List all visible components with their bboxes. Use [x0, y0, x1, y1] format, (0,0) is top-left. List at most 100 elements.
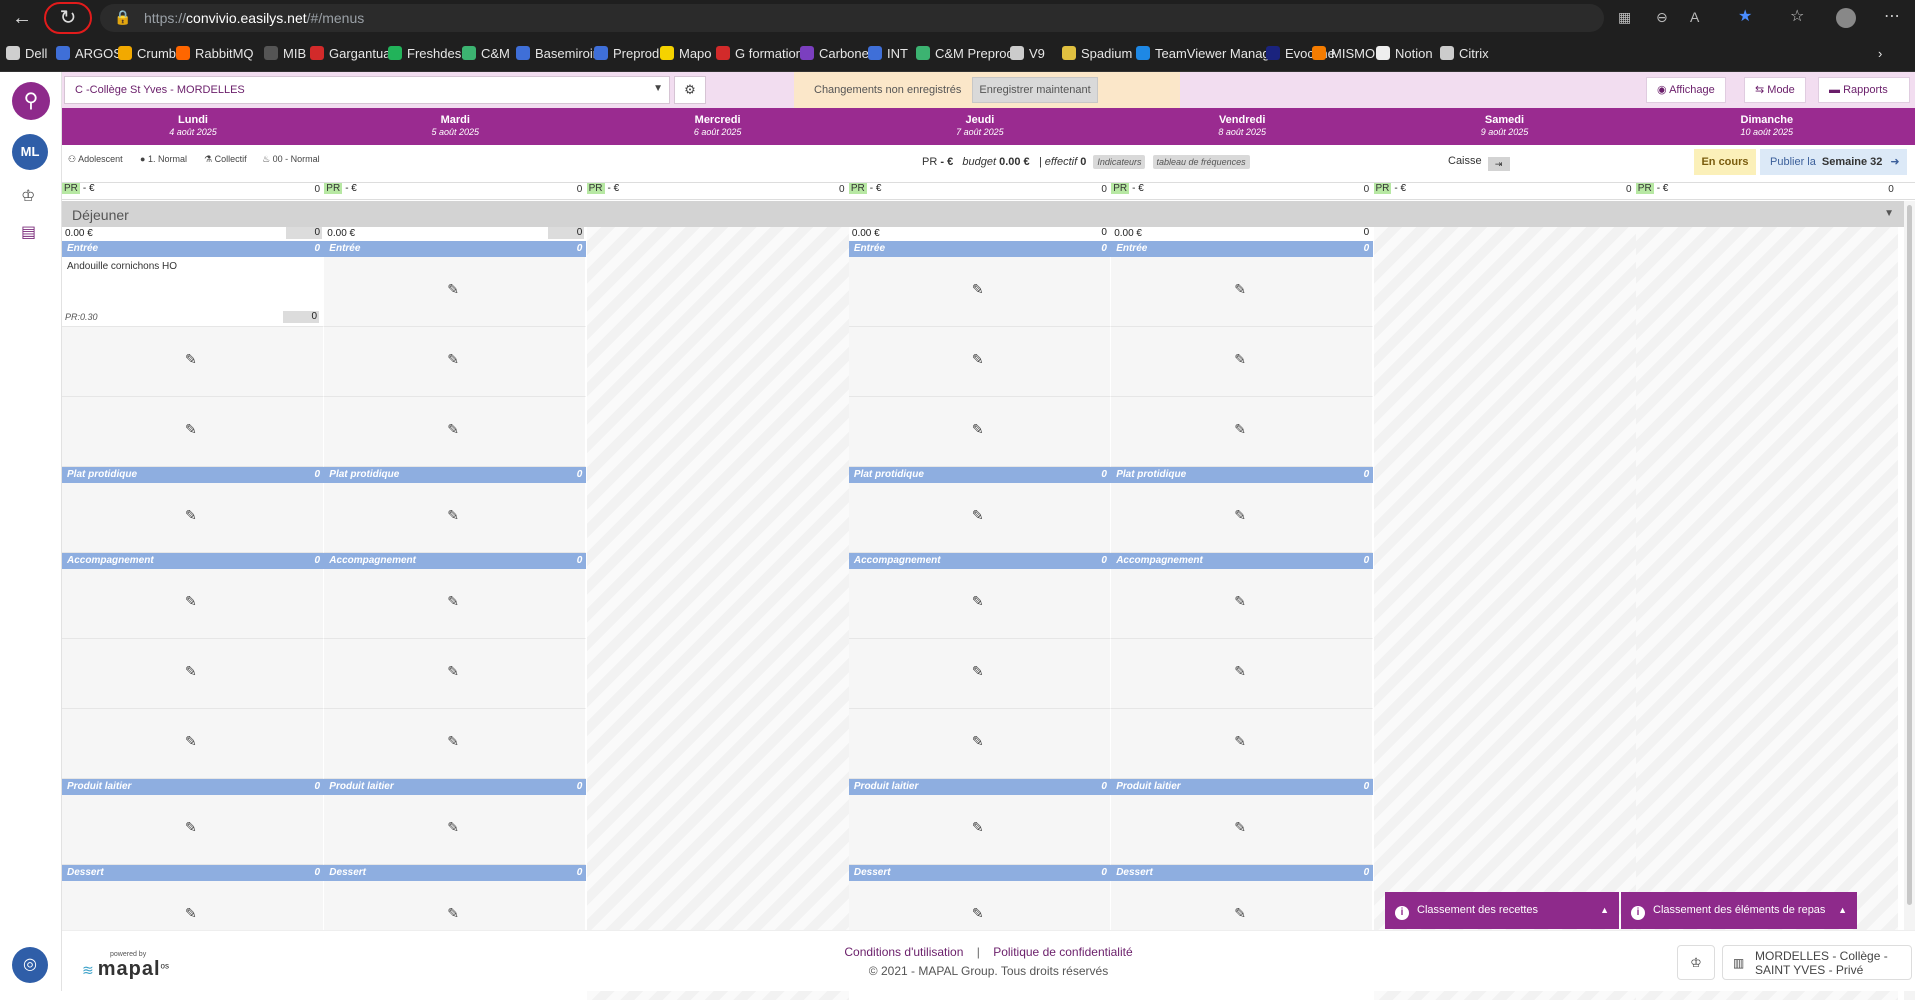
- bookmark-mismo[interactable]: MISMO: [1312, 46, 1375, 61]
- pencil-icon[interactable]: ✎: [185, 663, 197, 680]
- pencil-icon[interactable]: ✎: [1234, 819, 1246, 836]
- bookmark-dell[interactable]: Dell: [6, 46, 47, 61]
- pencil-icon[interactable]: ✎: [972, 593, 984, 610]
- pencil-icon[interactable]: ✎: [185, 593, 197, 610]
- dish-slot[interactable]: ✎: [324, 483, 587, 553]
- pencil-icon[interactable]: ✎: [972, 663, 984, 680]
- bookmark-mapo[interactable]: Mapo: [660, 46, 712, 61]
- pencil-icon[interactable]: ✎: [1234, 281, 1246, 298]
- bookmarks-overflow-chevron-icon[interactable]: ›: [1878, 46, 1882, 61]
- dish-count[interactable]: 0: [283, 311, 319, 323]
- dish-slot[interactable]: ✎: [62, 327, 324, 397]
- chef-hat-button[interactable]: ♔: [1677, 945, 1715, 980]
- favorites-icon[interactable]: ☆: [1790, 6, 1804, 26]
- pencil-icon[interactable]: ✎: [447, 351, 459, 368]
- pencil-icon[interactable]: ✎: [1234, 351, 1246, 368]
- apps-icon[interactable]: ▦: [1618, 9, 1631, 26]
- pencil-icon[interactable]: ✎: [447, 507, 459, 524]
- bookmark-v9[interactable]: V9: [1010, 46, 1045, 61]
- bookmark-int[interactable]: INT: [868, 46, 908, 61]
- cutlery-logo-icon[interactable]: ⚲: [12, 82, 50, 120]
- pencil-icon[interactable]: ✎: [447, 421, 459, 438]
- rapports-button[interactable]: ▬ Rapports: [1818, 77, 1910, 103]
- dish-slot[interactable]: ✎: [1111, 483, 1374, 553]
- bookmark-mib[interactable]: MIB: [264, 46, 306, 61]
- pencil-icon[interactable]: ✎: [972, 281, 984, 298]
- more-icon[interactable]: ⋯: [1884, 6, 1900, 26]
- tag-00-normal[interactable]: ♨ 00 - Normal: [262, 154, 320, 165]
- meal-header[interactable]: Déjeuner ▼: [62, 201, 1904, 227]
- dish-slot[interactable]: ✎: [62, 397, 324, 467]
- bookmark-notion[interactable]: Notion: [1376, 46, 1433, 61]
- pencil-icon[interactable]: ✎: [447, 905, 459, 922]
- bookmark-c-m[interactable]: C&M: [462, 46, 510, 61]
- dish-slot[interactable]: ✎: [848, 327, 1111, 397]
- publish-week-button[interactable]: Publier la Semaine 32 ➜: [1760, 149, 1907, 175]
- bookmark-c-m-preprod[interactable]: C&M Preprod: [916, 46, 1014, 61]
- pencil-icon[interactable]: ✎: [185, 819, 197, 836]
- avatar[interactable]: ML: [12, 134, 48, 170]
- back-arrow-icon[interactable]: ←: [8, 4, 36, 32]
- pencil-icon[interactable]: ✎: [1234, 593, 1246, 610]
- dish-slot[interactable]: ✎: [1111, 569, 1374, 639]
- dish-slot[interactable]: ✎: [324, 709, 587, 779]
- zoom-icon[interactable]: ⊖: [1656, 9, 1668, 26]
- pencil-icon[interactable]: ✎: [185, 421, 197, 438]
- dish-slot[interactable]: ✎: [1111, 257, 1374, 327]
- tag-collectif[interactable]: ⚗ Collectif: [204, 154, 247, 165]
- dish-slot[interactable]: ✎: [324, 795, 587, 865]
- pencil-icon[interactable]: ✎: [972, 351, 984, 368]
- tag-adolescent[interactable]: ⚇ Adolescent: [68, 154, 123, 165]
- bookmark-spadium[interactable]: Spadium: [1062, 46, 1132, 61]
- bookmark-citrix[interactable]: Citrix: [1440, 46, 1489, 61]
- pencil-icon[interactable]: ✎: [972, 905, 984, 922]
- pencil-icon[interactable]: ✎: [1234, 905, 1246, 922]
- pencil-icon[interactable]: ✎: [447, 663, 459, 680]
- dish-slot[interactable]: ✎: [848, 639, 1111, 709]
- pencil-icon[interactable]: ✎: [1234, 733, 1246, 750]
- site-badge[interactable]: ▥ MORDELLES - Collège - SAINT YVES - Priv…: [1722, 945, 1912, 980]
- politique-link[interactable]: Politique de confidentialité: [993, 945, 1132, 959]
- bookmark-basemiroir[interactable]: Basemiroir: [516, 46, 597, 61]
- dish-slot[interactable]: ✎: [324, 639, 587, 709]
- indicateurs-button[interactable]: Indicateurs: [1093, 155, 1146, 169]
- dish-slot-filled[interactable]: Andouille cornichons HO PR:0.30 0: [62, 257, 324, 327]
- bookmark-teamviewer-manag-[interactable]: TeamViewer Manag...: [1136, 46, 1281, 61]
- dish-slot[interactable]: ✎: [848, 397, 1111, 467]
- bookmark-gargantua[interactable]: Gargantua: [310, 46, 390, 61]
- classement-recettes-panel[interactable]: i Classement des recettes ▲: [1385, 892, 1619, 929]
- pencil-icon[interactable]: ✎: [185, 733, 197, 750]
- dish-slot[interactable]: ✎: [848, 257, 1111, 327]
- scrollbar[interactable]: [1904, 201, 1915, 1000]
- pencil-icon[interactable]: ✎: [1234, 663, 1246, 680]
- bookmark-rabbitmq[interactable]: RabbitMQ: [176, 46, 254, 61]
- conditions-link[interactable]: Conditions d'utilisation: [844, 945, 963, 959]
- settings-gears-button[interactable]: ⚙: [674, 76, 706, 104]
- dish-slot[interactable]: ✎: [62, 569, 324, 639]
- pencil-icon[interactable]: ✎: [185, 507, 197, 524]
- classement-elements-panel[interactable]: i Classement des éléments de repas ▲: [1621, 892, 1857, 929]
- tag-normal[interactable]: ● 1. Normal: [140, 154, 187, 164]
- dish-slot[interactable]: ✎: [1111, 639, 1374, 709]
- pencil-icon[interactable]: ✎: [185, 905, 197, 922]
- dish-slot[interactable]: ✎: [848, 795, 1111, 865]
- pencil-icon[interactable]: ✎: [447, 819, 459, 836]
- dish-slot[interactable]: ✎: [62, 639, 324, 709]
- dish-slot[interactable]: ✎: [62, 795, 324, 865]
- pencil-icon[interactable]: ✎: [447, 281, 459, 298]
- save-now-button[interactable]: Enregistrer maintenant: [972, 77, 1098, 103]
- pencil-icon[interactable]: ✎: [1234, 421, 1246, 438]
- dish-slot[interactable]: ✎: [62, 709, 324, 779]
- dish-slot[interactable]: ✎: [1111, 397, 1374, 467]
- dish-slot[interactable]: ✎: [1111, 795, 1374, 865]
- chef-hat-icon[interactable]: ♔: [21, 186, 35, 206]
- pencil-icon[interactable]: ✎: [447, 593, 459, 610]
- menu-book-icon[interactable]: ▤: [21, 222, 36, 242]
- pencil-icon[interactable]: ✎: [972, 507, 984, 524]
- dish-slot[interactable]: ✎: [848, 483, 1111, 553]
- pencil-icon[interactable]: ✎: [185, 351, 197, 368]
- dish-slot[interactable]: ✎: [848, 569, 1111, 639]
- pencil-icon[interactable]: ✎: [972, 733, 984, 750]
- dish-slot[interactable]: ✎: [324, 569, 587, 639]
- profile-icon[interactable]: [1836, 8, 1856, 28]
